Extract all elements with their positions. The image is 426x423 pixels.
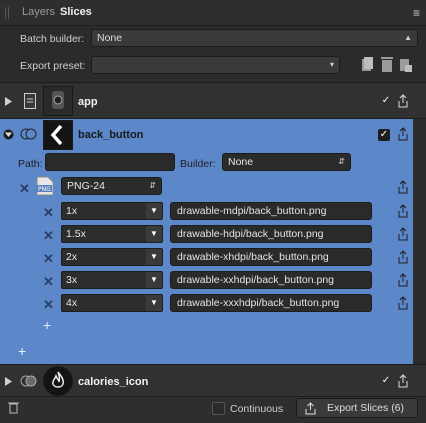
scale-path-value: drawable-mdpi/back_button.png <box>177 205 327 217</box>
flame-icon <box>52 371 64 388</box>
scale-value: 1x <box>66 205 78 217</box>
format-dropdown[interactable]: PNG-24 ⇵ <box>61 177 162 195</box>
export-icon[interactable] <box>397 204 409 219</box>
scale-value: 3x <box>66 274 78 286</box>
scale-value: 4x <box>66 297 78 309</box>
remove-format-icon[interactable]: ✕ <box>19 181 30 197</box>
scale-value: 2x <box>66 251 78 263</box>
scale-dropdown[interactable]: 1x ▼ <box>61 202 163 220</box>
chevron-down-icon: ▼ <box>146 203 162 219</box>
export-checkbox[interactable]: ✓ <box>380 96 392 108</box>
scale-path-value: drawable-xxxhdpi/back_button.png <box>177 297 340 309</box>
png-badge: PNG <box>38 186 51 193</box>
continuous-checkbox[interactable] <box>212 402 225 415</box>
export-slices-label: Export Slices (6) <box>327 402 405 414</box>
export-preset-dropdown[interactable]: ▾ <box>91 56 340 74</box>
scale-dropdown[interactable]: 3x ▼ <box>61 271 163 289</box>
export-checkbox[interactable]: ✓ <box>378 129 390 141</box>
scale-path-value: drawable-xhdpi/back_button.png <box>177 251 329 263</box>
remove-scale-icon[interactable]: ✕ <box>43 274 54 290</box>
layers-icon <box>20 128 37 140</box>
remove-scale-icon[interactable]: ✕ <box>43 205 54 221</box>
slice-name[interactable]: calories_icon <box>78 376 148 388</box>
scale-path-value: drawable-xxhdpi/back_button.png <box>177 274 335 286</box>
slice-name[interactable]: back_button <box>78 129 143 141</box>
scale-dropdown[interactable]: 2x ▼ <box>61 248 163 266</box>
scale-dropdown[interactable]: 1.5x ▼ <box>61 225 163 243</box>
slice-name[interactable]: app <box>78 96 98 108</box>
export-slices-button[interactable]: Export Slices (6) <box>296 398 418 418</box>
export-icon[interactable] <box>397 94 409 109</box>
remove-scale-icon[interactable]: ✕ <box>43 251 54 267</box>
builder-value: None <box>228 156 254 168</box>
document-icon <box>24 93 36 109</box>
batch-builder-dropdown[interactable]: None ▲ <box>91 29 418 47</box>
path-input[interactable] <box>45 153 175 171</box>
layers-icon <box>20 375 37 387</box>
add-scale-icon[interactable]: + <box>43 317 51 333</box>
scrollbar-track[interactable] <box>413 119 426 364</box>
back-chevron-icon <box>50 124 63 146</box>
new-preset-icon[interactable] <box>360 56 374 73</box>
app-logo-icon <box>52 91 64 109</box>
remove-scale-icon[interactable]: ✕ <box>43 297 54 313</box>
back-button-thumbnail <box>43 120 73 150</box>
updown-arrow-icon: ▲ <box>404 33 412 42</box>
expand-arrow-icon[interactable] <box>5 97 13 106</box>
scale-path-value: drawable-hdpi/back_button.png <box>177 228 324 240</box>
tab-layers[interactable]: Layers <box>22 6 55 18</box>
export-icon <box>305 402 316 415</box>
panel-menu-icon[interactable]: ≡ <box>413 6 420 20</box>
scale-path-input[interactable]: drawable-mdpi/back_button.png <box>170 202 372 220</box>
scale-path-input[interactable]: drawable-xxxhdpi/back_button.png <box>170 294 372 312</box>
path-label: Path: <box>18 158 43 170</box>
export-icon[interactable] <box>397 127 409 142</box>
export-icon[interactable] <box>397 180 409 195</box>
scale-path-input[interactable]: drawable-xhdpi/back_button.png <box>170 248 372 266</box>
collapse-arrow-icon[interactable] <box>3 129 14 140</box>
chevron-down-icon: ▼ <box>146 226 162 242</box>
format-value: PNG-24 <box>67 180 105 192</box>
drag-grip-icon[interactable] <box>5 7 9 19</box>
panel-tab-bar: Layers Slices ≡ <box>0 0 426 26</box>
batch-builder-value: None <box>97 32 123 44</box>
chevron-down-icon: ▼ <box>146 295 162 311</box>
add-format-icon[interactable]: + <box>18 343 26 359</box>
scale-path-input[interactable]: drawable-hdpi/back_button.png <box>170 225 372 243</box>
export-preset-label: Export preset: <box>20 60 86 72</box>
batch-builder-label: Batch builder: <box>20 33 85 45</box>
export-icon[interactable] <box>397 273 409 288</box>
expand-arrow-icon[interactable] <box>5 377 13 386</box>
tab-slices[interactable]: Slices <box>60 6 92 18</box>
export-icon[interactable] <box>397 296 409 311</box>
updown-arrow-icon: ⇵ <box>338 157 345 166</box>
trash-icon[interactable] <box>8 401 19 414</box>
scale-dropdown[interactable]: 4x ▼ <box>61 294 163 312</box>
calories-icon-thumbnail <box>43 366 73 396</box>
export-icon[interactable] <box>397 250 409 265</box>
delete-preset-icon[interactable] <box>380 56 394 73</box>
divider <box>0 82 426 83</box>
builder-dropdown[interactable]: None ⇵ <box>222 153 351 171</box>
chevron-down-icon: ▼ <box>146 272 162 288</box>
remove-scale-icon[interactable]: ✕ <box>43 228 54 244</box>
app-thumbnail <box>43 86 73 116</box>
continuous-label: Continuous <box>230 403 284 415</box>
export-icon[interactable] <box>397 374 409 389</box>
updown-arrow-icon: ⇵ <box>149 181 156 190</box>
updown-arrow-icon: ▾ <box>329 60 334 69</box>
png-file-icon: PNG <box>36 176 54 196</box>
export-checkbox[interactable]: ✓ <box>380 376 392 388</box>
chevron-down-icon: ▼ <box>146 249 162 265</box>
preset-options-icon[interactable] <box>399 56 413 73</box>
scale-path-input[interactable]: drawable-xxhdpi/back_button.png <box>170 271 372 289</box>
scale-value: 1.5x <box>66 228 86 240</box>
builder-label: Builder: <box>180 158 216 170</box>
export-icon[interactable] <box>397 227 409 242</box>
